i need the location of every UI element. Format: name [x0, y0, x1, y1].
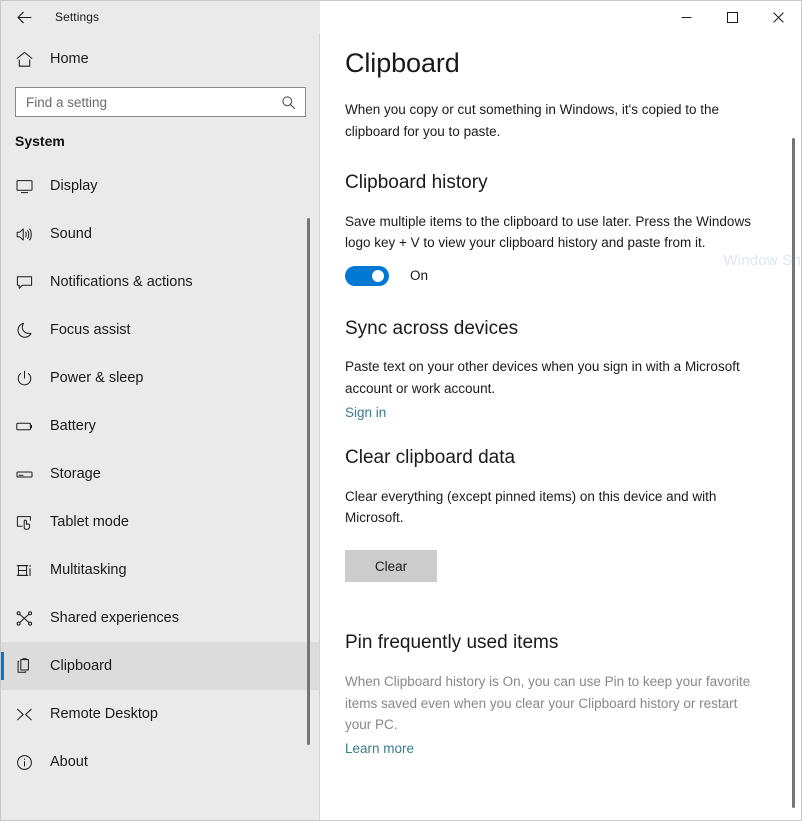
sidebar-item-sound[interactable]: Sound: [1, 210, 320, 258]
pin-items-description: When Clipboard history is On, you can us…: [345, 674, 751, 732]
sign-in-link[interactable]: Sign in: [345, 405, 386, 420]
sidebar-scrollbar[interactable]: [307, 218, 310, 745]
clipboard-history-toggle-row: On: [345, 265, 763, 286]
sidebar-item-notifications[interactable]: Notifications & actions: [1, 258, 320, 306]
moon-icon: [15, 321, 47, 340]
clear-button[interactable]: Clear: [345, 550, 437, 583]
section-sync-across-devices: Sync across devices Paste text on your o…: [345, 318, 763, 422]
sync-heading: Sync across devices: [345, 317, 519, 339]
sidebar-label: Shared experiences: [50, 610, 179, 626]
clipboard-history-toggle[interactable]: [345, 265, 389, 286]
multitasking-icon: [15, 561, 47, 580]
sidebar-item-remote-desktop[interactable]: Remote Desktop: [1, 690, 320, 738]
remote-desktop-icon: [15, 705, 47, 724]
sidebar-section-label: System: [15, 133, 65, 149]
sidebar-item-display[interactable]: Display: [1, 162, 320, 210]
search-icon[interactable]: [277, 95, 299, 110]
info-circle-icon: [15, 753, 47, 772]
sidebar-item-shared-experiences[interactable]: Shared experiences: [1, 594, 320, 642]
main-content: Window Sn Clipboard When you copy or cut…: [320, 33, 801, 820]
sidebar-item-focus-assist[interactable]: Focus assist: [1, 306, 320, 354]
maximize-button[interactable]: [709, 1, 755, 33]
sidebar-item-clipboard[interactable]: Clipboard: [1, 642, 320, 690]
maximize-icon: [726, 11, 738, 23]
sidebar-item-power-sleep[interactable]: Power & sleep: [1, 354, 320, 402]
comment-icon: [15, 273, 47, 292]
clear-clipboard-description: Clear everything (except pinned items) o…: [345, 488, 717, 526]
sidebar-label: Tablet mode: [50, 514, 129, 530]
section-pin-frequently-used-items: Pin frequently used items When Clipboard…: [345, 632, 763, 758]
sidebar-label: Storage: [50, 466, 101, 482]
sidebar-item-about[interactable]: About: [1, 738, 320, 786]
speaker-icon: [15, 225, 47, 244]
sidebar-label: Display: [50, 178, 98, 194]
search-container: [1, 87, 320, 117]
clear-clipboard-heading: Clear clipboard data: [345, 446, 516, 468]
minimize-button[interactable]: [663, 1, 709, 33]
sidebar-label: Sound: [50, 226, 92, 242]
section-clipboard-history: Clipboard history Save multiple items to…: [345, 172, 763, 286]
sidebar: Home System: [1, 33, 320, 820]
search-box[interactable]: [15, 87, 306, 117]
tablet-touch-icon: [15, 513, 47, 532]
window-body: Home System: [1, 33, 801, 820]
main-scrollbar[interactable]: [792, 138, 795, 808]
sync-description: Paste text on your other devices when yo…: [345, 359, 740, 396]
drive-icon: [15, 465, 47, 484]
sidebar-item-storage[interactable]: Storage: [1, 450, 320, 498]
power-icon: [15, 369, 47, 388]
learn-more-link[interactable]: Learn more: [345, 741, 414, 756]
clipboard-history-description: Save multiple items to the clipboard to …: [345, 213, 751, 251]
sidebar-label: Power & sleep: [50, 370, 144, 386]
sidebar-home-label: Home: [50, 51, 89, 67]
back-button[interactable]: [1, 1, 47, 33]
minimize-icon: [681, 16, 691, 18]
title-bar-left: Settings: [1, 1, 320, 33]
page-title: Clipboard: [345, 48, 460, 78]
back-arrow-icon: [16, 11, 32, 23]
sidebar-label: Clipboard: [50, 658, 113, 674]
clipboard-history-toggle-state: On: [410, 268, 429, 283]
title-bar: Settings: [1, 1, 801, 33]
sidebar-label: Multitasking: [50, 562, 127, 578]
sidebar-label: Battery: [50, 418, 96, 434]
clipboard-history-heading: Clipboard history: [345, 172, 488, 194]
close-icon: [772, 11, 784, 23]
app-title: Settings: [55, 10, 100, 24]
sidebar-item-home[interactable]: Home: [1, 39, 320, 79]
search-input[interactable]: [26, 94, 277, 110]
page-intro-text: When you copy or cut something in Window…: [345, 102, 720, 139]
pin-items-heading: Pin frequently used items: [345, 632, 559, 654]
window-controls: [320, 1, 801, 33]
sidebar-item-multitasking[interactable]: Multitasking: [1, 546, 320, 594]
sidebar-label: About: [50, 754, 88, 770]
sidebar-label: Notifications & actions: [50, 274, 193, 290]
clipboard-icon: [15, 657, 47, 676]
sidebar-nav-list: Display Sound Notifications & actions Fo…: [1, 162, 320, 786]
sidebar-label: Focus assist: [50, 322, 131, 338]
sidebar-label: Remote Desktop: [50, 706, 158, 722]
battery-icon: [15, 417, 47, 436]
toggle-knob: [372, 269, 384, 282]
section-clear-clipboard-data: Clear clipboard data Clear everything (e…: [345, 446, 763, 583]
home-icon: [15, 50, 47, 69]
sidebar-item-battery[interactable]: Battery: [1, 402, 320, 450]
settings-window: Settings Home Find a setting System Disp…: [0, 0, 802, 821]
monitor-icon: [15, 177, 47, 196]
sidebar-item-tablet-mode[interactable]: Tablet mode: [1, 498, 320, 546]
close-button[interactable]: [755, 1, 801, 33]
share-nodes-icon: [15, 609, 47, 628]
